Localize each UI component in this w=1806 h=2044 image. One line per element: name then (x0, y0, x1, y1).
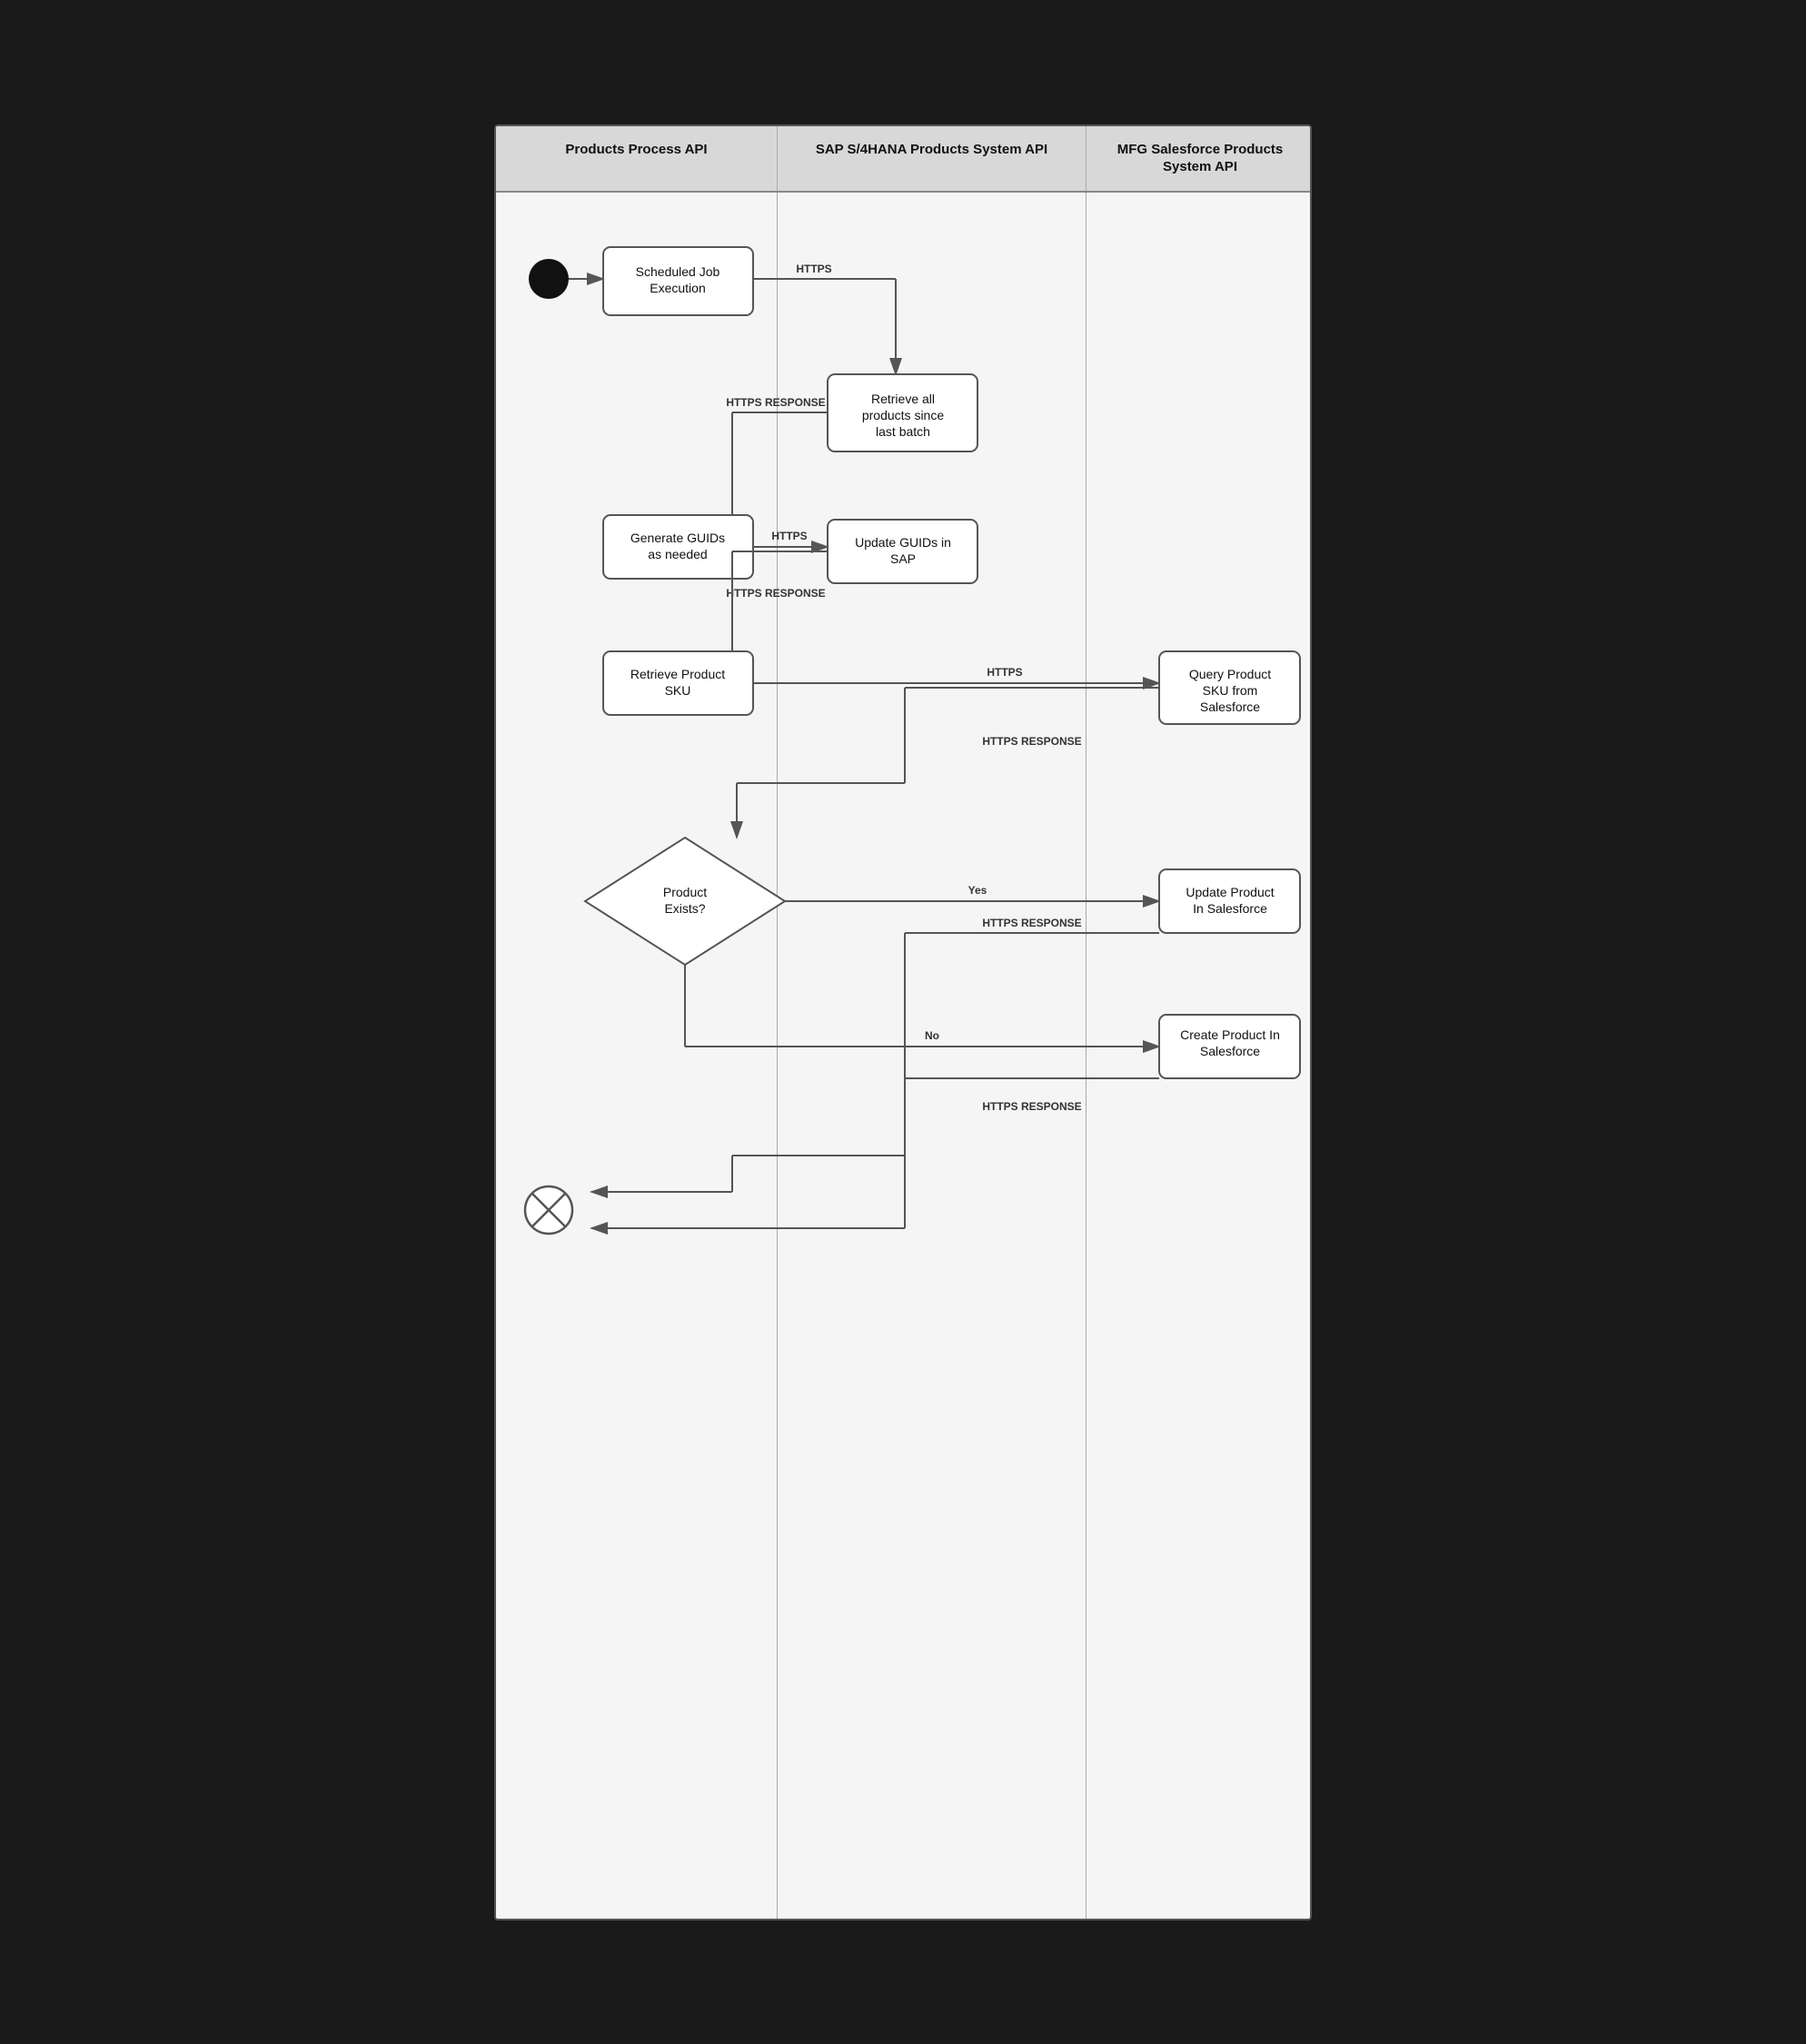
header-col1: Products Process API (496, 126, 778, 191)
lane-1 (496, 193, 778, 1919)
diagram-container: Products Process API SAP S/4HANA Product… (494, 124, 1312, 1920)
header-col2: SAP S/4HANA Products System API (778, 126, 1087, 191)
header-col3: MFG Salesforce Products System API (1087, 126, 1312, 191)
header-row: Products Process API SAP S/4HANA Product… (496, 126, 1310, 193)
swim-lanes: Scheduled Job Execution HTTPS Retrieve a… (496, 193, 1310, 1919)
lane-3 (1087, 193, 1312, 1919)
lane-2 (778, 193, 1087, 1919)
